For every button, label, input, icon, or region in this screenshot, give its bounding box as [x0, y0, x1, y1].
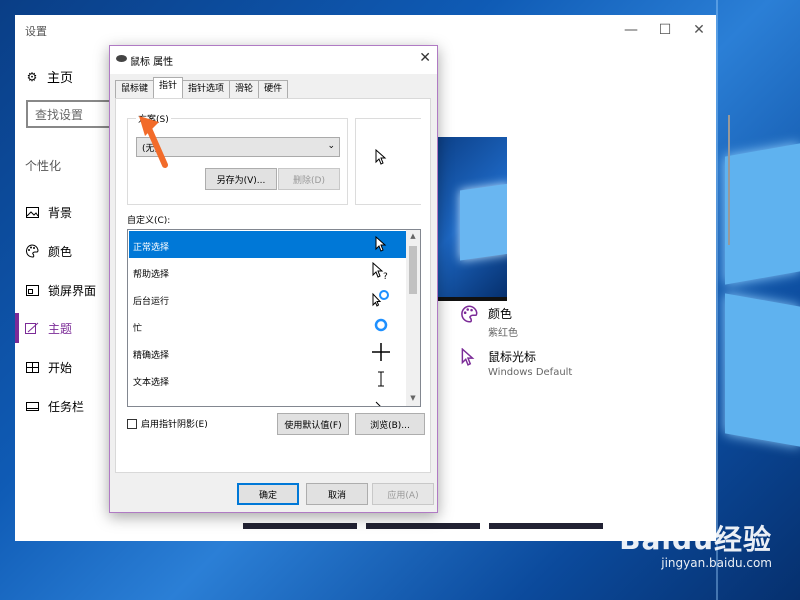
- sidebar-item-label: 主题: [48, 321, 73, 336]
- gear-icon: ⚙: [26, 69, 38, 84]
- mouse-icon: [116, 55, 127, 62]
- image-icon: [25, 205, 39, 219]
- sidebar-item-background[interactable]: 背景: [15, 197, 110, 227]
- start-icon: [25, 360, 39, 374]
- crosshair-cursor-icon: [371, 342, 391, 362]
- sidebar-item-label: 开始: [48, 360, 73, 375]
- browse-button[interactable]: 浏览(B)...: [355, 413, 425, 435]
- lock-screen-icon: [25, 283, 39, 297]
- watermark-brand: Baidu经验: [619, 523, 772, 556]
- sidebar-item-lock-screen[interactable]: 锁屏界面: [15, 275, 110, 305]
- theme-thumbnails: [243, 523, 603, 529]
- nav-home-label: 主页: [47, 71, 74, 86]
- theme-color-setting[interactable]: 颜色 紫红色: [460, 305, 518, 339]
- nav-section-title: 个性化: [25, 159, 62, 173]
- list-item-label: 精确选择: [133, 351, 170, 361]
- list-item-label: 帮助选择: [133, 270, 170, 280]
- window-controls: — ☐ ✕: [614, 15, 716, 45]
- list-item[interactable]: 精确选择: [129, 339, 407, 366]
- dialog-tabs: 鼠标键 指针 指针选项 滑轮 硬件: [115, 77, 289, 98]
- list-item[interactable]: 文本选择: [129, 366, 407, 393]
- list-item[interactable]: 后台运行: [129, 285, 407, 312]
- theme-thumbnail[interactable]: [243, 523, 357, 529]
- pointer-shadow-label: 启用指针阴影(E): [141, 420, 208, 430]
- theme-preview-image: [432, 137, 507, 301]
- use-default-button[interactable]: 使用默认值(F): [277, 413, 349, 435]
- theme-thumbnail[interactable]: [366, 523, 480, 529]
- theme-color-title: 颜色: [488, 307, 513, 321]
- list-item[interactable]: 正常选择: [129, 231, 407, 258]
- theme-cursor-setting[interactable]: 鼠标光标 Windows Default: [460, 347, 573, 378]
- tab-hardware[interactable]: 硬件: [258, 80, 289, 98]
- working-cursor-icon: [371, 288, 391, 308]
- sidebar-item-label: 锁屏界面: [48, 283, 97, 298]
- close-button[interactable]: ✕: [682, 15, 716, 45]
- pointer-shadow-checkbox[interactable]: [127, 418, 137, 429]
- sidebar-item-label: 背景: [48, 205, 73, 220]
- busy-cursor-icon: [371, 315, 391, 335]
- list-item[interactable]: [129, 393, 407, 406]
- sidebar-item-label: 颜色: [48, 244, 73, 259]
- palette-icon: [460, 305, 478, 323]
- list-item-label: 文本选择: [133, 378, 170, 388]
- chevron-up-icon[interactable]: ▲: [406, 232, 420, 240]
- pointer-shadow-checkbox-row[interactable]: 启用指针阴影(E): [127, 417, 208, 430]
- maximize-button[interactable]: ☐: [648, 15, 682, 45]
- theme-color-value: 紫红色: [488, 328, 518, 339]
- save-as-button[interactable]: 另存为(V)...: [205, 168, 277, 190]
- arrow-cursor-icon: [375, 149, 387, 165]
- sidebar-item-theme[interactable]: 主题: [15, 313, 110, 343]
- chevron-down-icon: ⌄: [327, 141, 335, 151]
- dialog-close-button[interactable]: ✕: [419, 50, 431, 66]
- settings-title: 设置: [25, 25, 47, 38]
- list-item-label: 后台运行: [133, 297, 170, 307]
- list-item-label: 正常选择: [133, 243, 170, 253]
- arrow-cursor-icon: [371, 234, 391, 254]
- minimize-button[interactable]: —: [614, 15, 648, 45]
- theme-icon: [25, 321, 39, 335]
- search-input[interactable]: 查找设置: [26, 100, 116, 128]
- list-scrollbar[interactable]: ▲ ▼: [406, 230, 420, 406]
- palette-icon: [25, 244, 39, 258]
- chevron-down-icon[interactable]: ▼: [406, 394, 420, 402]
- sidebar-item-start[interactable]: 开始: [15, 352, 110, 382]
- svg-text:?: ?: [383, 272, 388, 280]
- list-item[interactable]: 忙: [129, 312, 407, 339]
- theme-cursor-value: Windows Default: [488, 367, 573, 378]
- custom-label: 自定义(C):: [127, 216, 171, 226]
- watermark-url: jingyan.baidu.com: [661, 556, 772, 570]
- tab-pointers[interactable]: 指针: [153, 77, 184, 98]
- mouse-cursor-icon: [460, 347, 478, 366]
- sidebar-item-taskbar[interactable]: 任务栏: [15, 391, 110, 421]
- baidu-watermark: Baidu经验 jingyan.baidu.com: [619, 518, 772, 570]
- tab-buttons[interactable]: 鼠标键: [115, 80, 155, 98]
- sidebar-item-color[interactable]: 颜色: [15, 236, 110, 266]
- list-item-label: 忙: [133, 324, 143, 334]
- scrollbar-thumb[interactable]: [409, 246, 417, 294]
- theme-thumbnail[interactable]: [489, 523, 603, 529]
- cancel-button[interactable]: 取消: [306, 483, 368, 505]
- sidebar-item-label: 任务栏: [48, 399, 85, 414]
- nav-home[interactable]: ⚙ 主页: [25, 67, 74, 87]
- ok-button[interactable]: 确定: [237, 483, 299, 505]
- text-cursor-icon: [371, 369, 391, 389]
- help-cursor-icon: ?: [371, 261, 391, 281]
- cursor-preview: [355, 118, 421, 205]
- handwriting-cursor-icon: [371, 396, 391, 406]
- dialog-title: 鼠标 属性: [130, 57, 174, 68]
- tab-pointer-options[interactable]: 指针选项: [182, 80, 231, 98]
- tab-wheel[interactable]: 滑轮: [229, 80, 260, 98]
- apply-button[interactable]: 应用(A): [372, 483, 434, 505]
- theme-cursor-title: 鼠标光标: [488, 350, 537, 364]
- delete-button[interactable]: 删除(D): [278, 168, 340, 190]
- taskbar-icon: [25, 399, 39, 413]
- list-item[interactable]: 帮助选择 ?: [129, 258, 407, 285]
- dialog-titlebar: 鼠标 属性 ✕: [110, 46, 437, 74]
- cursor-list[interactable]: 正常选择 帮助选择 ? 后台运行 忙 精确选择 文本选择 ▲ ▼: [127, 229, 421, 407]
- annotation-arrow-icon: [139, 116, 168, 168]
- settings-scrollbar[interactable]: [728, 115, 730, 245]
